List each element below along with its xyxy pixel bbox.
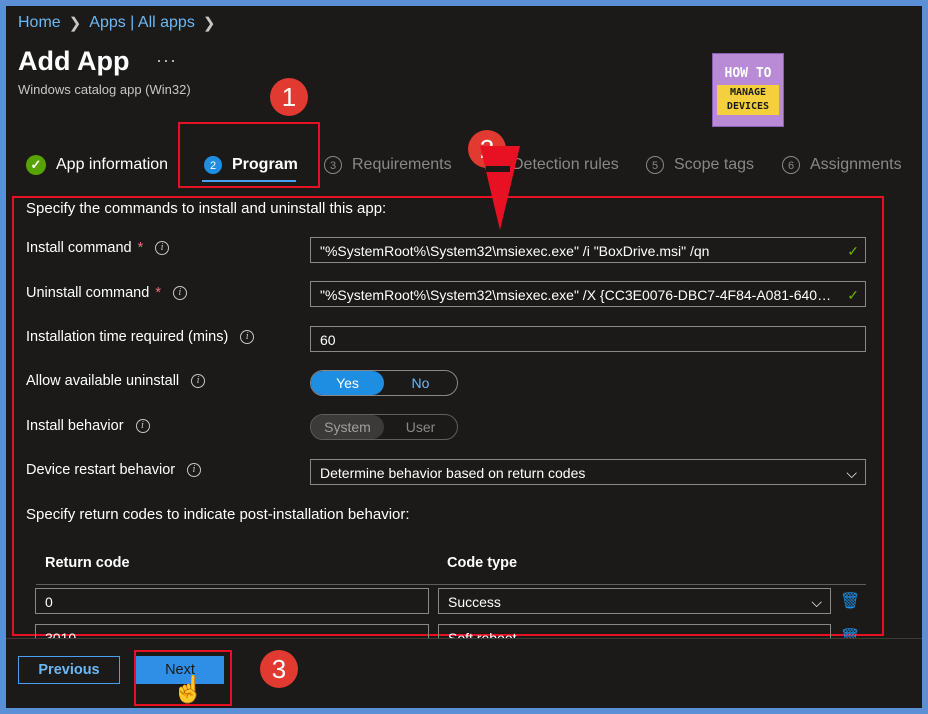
info-icon[interactable]: i: [155, 241, 170, 255]
previous-button[interactable]: Previous: [18, 656, 120, 684]
required-marker: *: [137, 240, 144, 256]
logo-banner: MANAGE DEVICES: [717, 85, 779, 115]
installation-time-input[interactable]: 60: [310, 326, 866, 352]
logo-line-1: HOW TO: [724, 66, 772, 81]
step-label: Requirements: [352, 156, 452, 173]
device-restart-label-text: Device restart behavior: [26, 462, 176, 478]
highlight-box-program-tab: [178, 122, 320, 188]
breadcrumb: Home ❯ Apps | All apps ❯: [18, 14, 215, 32]
install-behavior-label: Install behavior i: [26, 418, 150, 434]
chevron-down-icon: ⌵: [846, 465, 857, 481]
step-label: Detection rules: [512, 156, 619, 173]
info-icon[interactable]: i: [135, 419, 150, 433]
install-command-input[interactable]: "%SystemRoot%\System32\msiexec.exe" /i "…: [310, 237, 866, 263]
step-number-icon: 5: [646, 156, 664, 174]
step-number-icon: 3: [324, 156, 342, 174]
chevron-right-icon: ❯: [68, 15, 82, 32]
install-behavior-system: System: [311, 415, 384, 439]
device-restart-value: Determine behavior based on return codes: [320, 465, 586, 481]
hand-cursor-icon: ☝: [172, 674, 205, 704]
arrow-annotation-icon: [480, 146, 520, 230]
valid-checkmark-icon: ✓: [847, 243, 859, 259]
allow-uninstall-label: Allow available uninstall i: [26, 373, 206, 389]
step-label: App information: [56, 156, 169, 173]
required-marker: *: [155, 285, 161, 301]
allow-uninstall-yes[interactable]: Yes: [311, 371, 384, 395]
tab-scope-tags[interactable]: 5 Scope tags: [646, 150, 754, 180]
allow-uninstall-toggle[interactable]: Yes No: [310, 370, 458, 396]
app-window: Home ❯ Apps | All apps ❯ Add App ··· Win…: [6, 6, 922, 708]
chevron-right-icon: ❯: [202, 15, 216, 32]
howto-manage-devices-logo: HOW TO MANAGE DEVICES: [712, 53, 784, 127]
return-codes-instruction: Specify return codes to indicate post-in…: [26, 506, 410, 523]
tab-assignments[interactable]: 6 Assignments: [782, 150, 902, 180]
code-type-header: Code type: [447, 555, 518, 571]
device-restart-dropdown[interactable]: Determine behavior based on return codes…: [310, 459, 866, 485]
install-behavior-user: User: [405, 419, 436, 435]
form-instruction: Specify the commands to install and unin…: [26, 200, 387, 217]
logo-line-3: DEVICES: [726, 101, 770, 112]
chevron-down-icon: ⌵: [811, 594, 822, 610]
info-icon[interactable]: i: [240, 330, 255, 344]
page-subtitle: Windows catalog app (Win32): [18, 82, 191, 97]
tab-requirements[interactable]: 3 Requirements: [324, 150, 452, 180]
page-title: Add App: [18, 46, 130, 76]
delete-row-icon[interactable]: 🗑: [840, 591, 860, 611]
install-command-label-text: Install command: [26, 240, 132, 256]
return-code-input[interactable]: 0: [35, 588, 429, 614]
installation-time-value: 60: [320, 332, 336, 348]
step-label: Scope tags: [674, 156, 755, 173]
device-restart-label: Device restart behavior i: [26, 462, 202, 478]
uninstall-command-label-text: Uninstall command: [26, 285, 150, 301]
breadcrumb-home[interactable]: Home: [18, 14, 61, 32]
installation-time-label-text: Installation time required (mins): [26, 329, 229, 345]
return-code-header: Return code: [45, 555, 130, 571]
breadcrumb-apps[interactable]: Apps | All apps: [89, 14, 195, 32]
install-behavior-label-text: Install behavior: [26, 418, 124, 434]
install-command-label: Install command * i: [26, 240, 170, 256]
installation-time-label: Installation time required (mins) i: [26, 329, 255, 345]
code-type-dropdown[interactable]: Success ⌵: [438, 588, 831, 614]
callout-badge-1: 1: [270, 78, 308, 116]
info-icon[interactable]: i: [191, 374, 206, 388]
uninstall-command-input[interactable]: "%SystemRoot%\System32\msiexec.exe" /X {…: [310, 281, 866, 307]
allow-uninstall-no[interactable]: No: [384, 371, 457, 395]
checkmark-circle-icon: ✓: [26, 155, 46, 175]
info-icon[interactable]: i: [187, 463, 202, 477]
uninstall-command-label: Uninstall command * i: [26, 285, 187, 301]
step-label: Assignments: [810, 156, 902, 173]
footer-divider: [6, 638, 922, 639]
valid-checkmark-icon: ✓: [847, 287, 859, 303]
tab-app-information[interactable]: ✓ App information: [26, 150, 168, 180]
more-options-button[interactable]: ···: [156, 50, 177, 71]
uninstall-command-value: "%SystemRoot%\System32\msiexec.exe" /X {…: [320, 287, 837, 303]
code-type-value: Success: [448, 594, 501, 610]
info-icon[interactable]: i: [172, 286, 187, 300]
table-divider: [36, 584, 866, 585]
install-behavior-toggle: System User: [310, 414, 458, 440]
logo-line-2: MANAGE: [729, 87, 767, 98]
install-command-value: "%SystemRoot%\System32\msiexec.exe" /i "…: [320, 243, 710, 259]
step-number-icon: 6: [782, 156, 800, 174]
allow-uninstall-label-text: Allow available uninstall: [26, 373, 180, 389]
return-code-value: 0: [45, 594, 53, 610]
callout-badge-3: 3: [260, 650, 298, 688]
